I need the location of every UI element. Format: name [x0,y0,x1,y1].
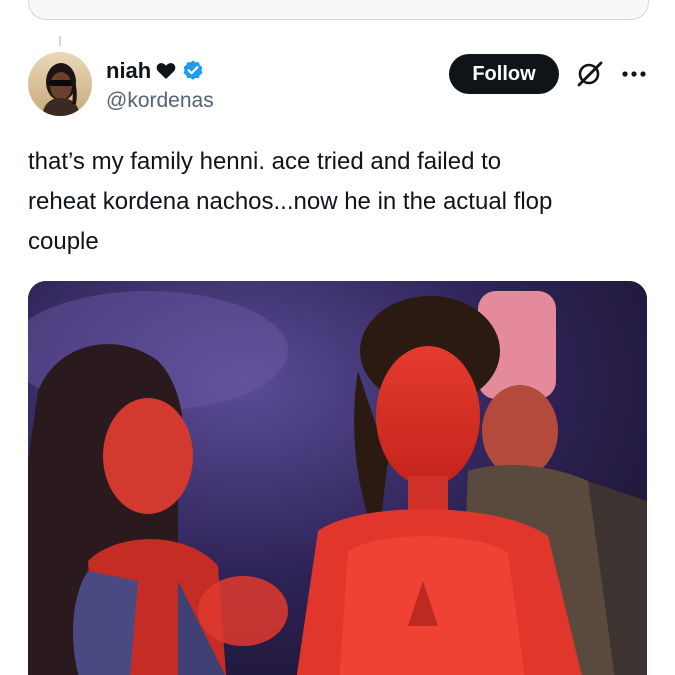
thread-connector-line [59,36,61,46]
grok-icon[interactable] [576,60,604,88]
avatar[interactable] [28,52,92,116]
author-handle[interactable]: @kordenas [106,89,214,113]
follow-button[interactable]: Follow [449,54,559,94]
tweet-text: that’s my family henni. ace tried and fa… [28,148,553,255]
more-icon[interactable] [620,62,648,86]
media-image [28,281,647,675]
author-display-name[interactable]: niah [106,58,151,84]
previous-card[interactable] [28,0,649,20]
tweet-view: niah @kordenas Follow that’s my family h… [0,0,675,675]
tweet-media[interactable] [28,281,647,675]
avatar-image [28,52,92,116]
heart-icon [156,62,176,80]
author-name-row[interactable]: niah [106,56,205,86]
verified-icon[interactable] [181,59,205,83]
